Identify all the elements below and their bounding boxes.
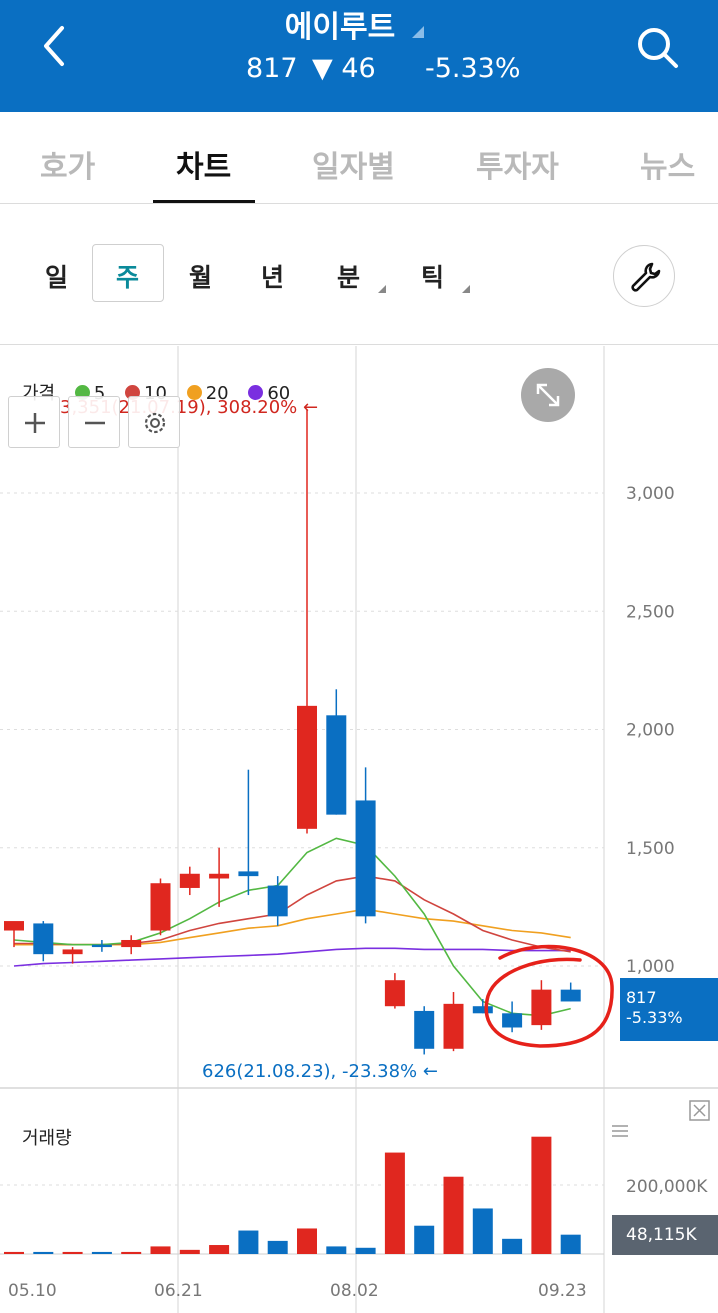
- period-month[interactable]: 월: [189, 258, 212, 294]
- legend-ma60: 60: [267, 383, 291, 404]
- volume-bar: [33, 1251, 54, 1254]
- price-change: ▼ 46: [312, 53, 376, 84]
- zoom-in-button[interactable]: [8, 396, 60, 448]
- volume-title: 거래량: [22, 1128, 72, 1149]
- volume-bar: [91, 1251, 112, 1254]
- volume-bar: [531, 1136, 552, 1254]
- volume-bar: [121, 1251, 142, 1254]
- expand-icon: [536, 383, 560, 407]
- volume-bar: [267, 1240, 288, 1254]
- volume-bar: [355, 1247, 376, 1254]
- y-tick-label: 1,000: [626, 957, 675, 977]
- stock-dropdown-icon[interactable]: [412, 26, 424, 38]
- minute-dropdown-icon[interactable]: [378, 285, 386, 293]
- volume-bar: [4, 1251, 24, 1254]
- y-tick-label: 2,000: [626, 721, 675, 741]
- candle-body: [238, 871, 259, 877]
- candle-body: [560, 989, 581, 1002]
- y-tick-label: 1,500: [626, 839, 675, 859]
- volume-bar: [179, 1249, 200, 1254]
- candle-body: [209, 873, 230, 879]
- volume-bar: [297, 1228, 317, 1254]
- tab-daily[interactable]: 일자별: [312, 142, 395, 186]
- volume-bar: [560, 1234, 581, 1254]
- current-price-tag: 817 -5.33%: [620, 978, 718, 1041]
- y-tick-label: 2,500: [626, 602, 675, 622]
- period-year[interactable]: 년: [261, 258, 284, 294]
- candle-body: [326, 715, 347, 815]
- candle-body: [355, 800, 376, 917]
- candle-body: [179, 873, 200, 888]
- candle-body: [531, 989, 552, 1026]
- candle-body: [4, 921, 24, 931]
- legend-ma20: 20: [205, 383, 229, 404]
- tag-rate: -5.33%: [626, 1008, 683, 1027]
- volume-bar: [209, 1245, 230, 1254]
- chart-canvas[interactable]: 3,0002,5002,0001,5001,0003,351(21.07.19)…: [0, 346, 718, 1313]
- candle-body: [414, 1010, 435, 1049]
- period-minute[interactable]: 분: [337, 258, 360, 294]
- active-tab-indicator: [153, 200, 255, 203]
- candle-body: [91, 944, 112, 948]
- candle-body: [443, 1003, 464, 1049]
- candle-body: [502, 1013, 523, 1028]
- indicator-settings-button[interactable]: [128, 396, 180, 448]
- wrench-icon: [631, 262, 661, 292]
- volume-bar: [326, 1246, 347, 1254]
- zoom-out-button[interactable]: [68, 396, 120, 448]
- period-week[interactable]: 주: [116, 258, 139, 294]
- candle-body: [384, 980, 405, 1007]
- candle-body: [472, 1006, 493, 1014]
- y-tick-label: 3,000: [626, 484, 675, 504]
- candle-body: [33, 923, 54, 955]
- x-tick-label: 05.10: [8, 1281, 57, 1301]
- low-annotation: 626(21.08.23), -23.38% ←: [202, 1061, 438, 1082]
- tab-investor[interactable]: 투자자: [476, 142, 559, 186]
- ma-line-ma20: [14, 908, 571, 946]
- period-selector: 일 주 월 년 분 틱: [0, 205, 718, 345]
- plus-icon: [25, 413, 45, 433]
- candle-body: [297, 705, 317, 829]
- volume-bar: [238, 1230, 259, 1254]
- gear-icon: [144, 412, 166, 434]
- volume-tag: 48,115K: [612, 1215, 718, 1255]
- change-rate: -5.33%: [425, 53, 521, 84]
- header: 에이루트 817 ▼ 46 -5.33%: [0, 0, 718, 112]
- tab-orderbook[interactable]: 호가: [40, 142, 95, 186]
- candle-body: [121, 939, 142, 948]
- period-day[interactable]: 일: [45, 258, 68, 294]
- period-tick[interactable]: 틱: [421, 258, 444, 294]
- x-tick-label: 06.21: [154, 1281, 203, 1301]
- current-price: 817: [246, 53, 298, 84]
- candle-body: [62, 949, 83, 955]
- x-tick-label: 09.23: [538, 1281, 587, 1301]
- tab-news[interactable]: 뉴스: [640, 142, 695, 186]
- search-icon[interactable]: [632, 22, 682, 72]
- tab-bar: 호가 차트 일자별 투자자 뉴스: [0, 112, 718, 204]
- candle-body: [150, 883, 171, 931]
- stock-name[interactable]: 에이루트: [0, 2, 680, 46]
- chart-settings-button[interactable]: [613, 245, 675, 307]
- chart-area[interactable]: 3,000 2,500 2,000 1,500 1,000 3,351(21.07.19)…: [0, 346, 718, 1313]
- fullscreen-button[interactable]: [521, 368, 575, 422]
- volume-bar: [502, 1238, 523, 1254]
- x-tick-label: 08.02: [330, 1281, 379, 1301]
- tab-chart[interactable]: 차트: [176, 142, 231, 186]
- candle-body: [267, 885, 288, 917]
- volume-bar: [150, 1246, 171, 1254]
- volume-bar: [384, 1152, 405, 1254]
- volume-bar: [414, 1225, 435, 1254]
- volume-bar: [62, 1251, 83, 1254]
- legend-dot-ma20: [186, 385, 202, 400]
- minus-icon: [85, 421, 105, 425]
- tick-dropdown-icon[interactable]: [462, 285, 470, 293]
- volume-bar: [443, 1176, 464, 1254]
- volume-axis-label: 200,000K: [626, 1177, 708, 1197]
- volume-bar: [472, 1208, 493, 1254]
- tag-price: 817: [626, 988, 657, 1007]
- ma-line-ma10: [14, 875, 571, 953]
- legend-dot-ma60: [248, 385, 264, 400]
- ma-line-ma60: [13, 947, 571, 967]
